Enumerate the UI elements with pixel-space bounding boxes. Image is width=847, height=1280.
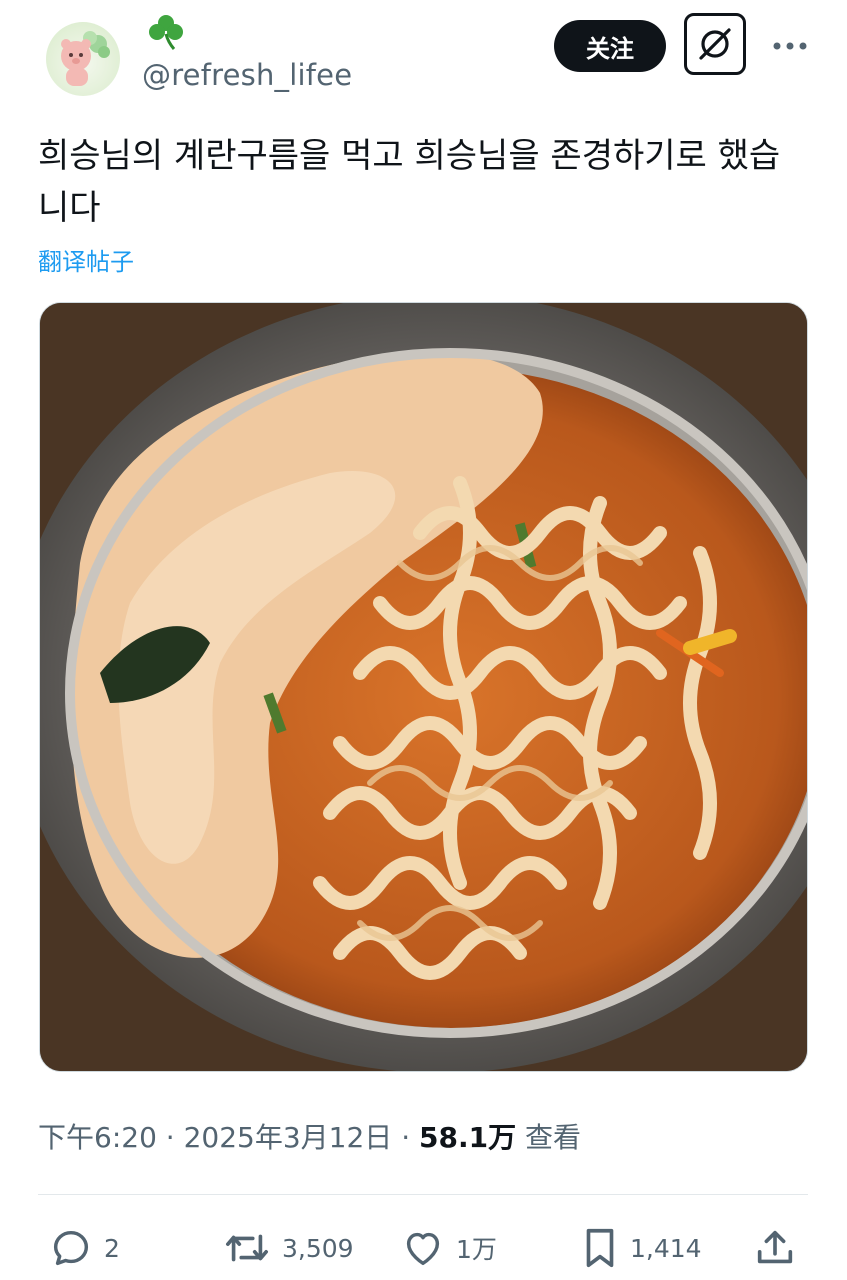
author-avatar[interactable]	[46, 22, 120, 96]
more-icon	[773, 42, 807, 50]
post-page: @refresh_lifee 关注 희승님의 계란구름을 먹고 희승님을 존경하…	[0, 0, 847, 1280]
like-button[interactable]: 1万	[400, 1222, 497, 1274]
bear-clover-avatar	[61, 31, 110, 86]
reply-count: 2	[104, 1233, 120, 1263]
grok-icon	[699, 28, 731, 60]
heart-icon	[406, 1232, 440, 1266]
bookmark-icon	[586, 1228, 614, 1268]
reply-button[interactable]: 2	[48, 1222, 120, 1274]
post-date[interactable]: 2025年3月12日	[184, 1121, 393, 1154]
translate-post-link[interactable]: 翻译帖子	[38, 242, 134, 277]
post-photo[interactable]	[39, 302, 808, 1072]
post-time[interactable]: 下午6:20	[38, 1121, 157, 1154]
like-count: 1万	[456, 1235, 497, 1264]
author-handle[interactable]: @refresh_lifee	[142, 58, 352, 92]
repost-button[interactable]: 3,509	[222, 1222, 354, 1274]
meta-separator: ·	[401, 1121, 411, 1154]
repost-icon	[226, 1234, 268, 1262]
bookmark-count: 1,414	[630, 1233, 702, 1263]
more-options-button[interactable]	[770, 28, 810, 64]
bookmark-button[interactable]: 1,414	[580, 1222, 702, 1274]
grok-button[interactable]	[684, 13, 746, 75]
share-button[interactable]	[752, 1222, 798, 1274]
clover-icon	[149, 15, 183, 50]
post-meta: 下午6:20 · 2025年3月12日 · 58.1万 查看	[38, 1116, 581, 1156]
author-display-name[interactable]	[146, 12, 186, 52]
views-count: 58.1万	[419, 1121, 517, 1154]
meta-separator: ·	[165, 1121, 175, 1154]
reply-icon	[53, 1230, 89, 1266]
repost-count: 3,509	[282, 1233, 354, 1263]
views-label: 查看	[525, 1121, 582, 1154]
ramen-photo	[40, 303, 807, 1071]
follow-button[interactable]: 关注	[554, 20, 666, 72]
share-icon	[757, 1230, 793, 1264]
divider	[38, 1194, 808, 1195]
post-text: 희승님의 계란구름을 먹고 희승님을 존경하기로 했습니다	[38, 136, 781, 228]
